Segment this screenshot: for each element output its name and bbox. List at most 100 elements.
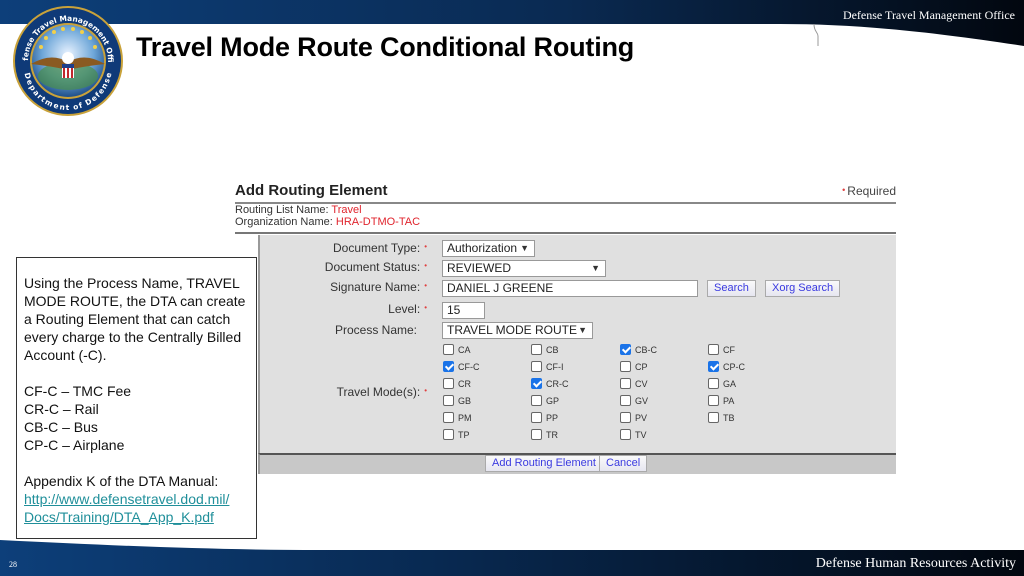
xorg-search-button[interactable]: Xorg Search — [765, 280, 841, 297]
document-status-label: Document Status: • — [324, 260, 427, 274]
checkbox-unchecked-icon[interactable] — [620, 429, 631, 440]
checkbox-unchecked-icon[interactable] — [708, 412, 719, 423]
dta-manual-link[interactable]: http://www.defensetravel.dod.mil/Docs/Tr… — [24, 491, 229, 525]
checkbox-unchecked-icon[interactable] — [708, 344, 719, 355]
travel-mode-checkbox-gb[interactable]: GB — [443, 395, 471, 406]
travel-mode-label: CR-C — [546, 378, 569, 389]
checkbox-unchecked-icon[interactable] — [620, 412, 631, 423]
meta-divider — [235, 232, 896, 234]
travel-mode-label: GP — [546, 395, 560, 406]
travel-mode-label: PA — [723, 395, 735, 406]
travel-mode-checkbox-cr-c[interactable]: CR-C — [531, 378, 569, 389]
routing-list-label: Routing List Name: — [235, 204, 329, 216]
chevron-down-icon: ▼ — [591, 263, 600, 273]
cancel-button[interactable]: Cancel — [599, 455, 648, 472]
travel-mode-label: TB — [723, 412, 735, 423]
chevron-down-icon: ▼ — [520, 243, 529, 253]
travel-mode-checkbox-tp[interactable]: TP — [443, 429, 470, 440]
travel-mode-checkbox-cf[interactable]: CF — [708, 344, 735, 355]
routing-list-value: Travel — [331, 204, 362, 216]
document-type-select[interactable]: Authorization ▼ — [442, 240, 535, 257]
checkbox-unchecked-icon[interactable] — [620, 378, 631, 389]
travel-mode-checkbox-gp[interactable]: GP — [531, 395, 559, 406]
add-routing-element-button[interactable]: Add Routing Element — [485, 455, 603, 472]
checkbox-unchecked-icon[interactable] — [443, 429, 454, 440]
travel-mode-checkbox-tv[interactable]: TV — [620, 429, 647, 440]
level-input[interactable]: 15 — [442, 302, 485, 319]
travel-mode-checkbox-tb[interactable]: TB — [708, 412, 735, 423]
form-title: Add Routing Element — [235, 182, 388, 199]
checkbox-unchecked-icon[interactable] — [531, 412, 542, 423]
travel-mode-checkbox-cf-c[interactable]: CF-C — [443, 361, 480, 372]
add-routing-element-form: Add Routing Element • Required Routing Li… — [231, 178, 896, 474]
checkbox-checked-icon[interactable] — [620, 344, 631, 355]
process-name-select[interactable]: TRAVEL MODE ROUTE ▼ — [442, 322, 593, 339]
checkbox-unchecked-icon[interactable] — [443, 395, 454, 406]
travel-mode-checkbox-cp[interactable]: CP — [620, 361, 648, 372]
explanation-callout: Using the Process Name, TRAVEL MODE ROUT… — [16, 257, 257, 539]
travel-mode-checkbox-pa[interactable]: PA — [708, 395, 734, 406]
signature-name-input[interactable]: DANIEL J GREENE — [442, 280, 698, 297]
dtmo-seal-logo: Defense Travel Management Office Departm… — [8, 0, 125, 118]
checkbox-unchecked-icon[interactable] — [531, 395, 542, 406]
checkbox-unchecked-icon[interactable] — [443, 344, 454, 355]
checkbox-unchecked-icon[interactable] — [708, 395, 719, 406]
search-button[interactable]: Search — [707, 280, 756, 297]
travel-mode-checkbox-cb-c[interactable]: CB-C — [620, 344, 657, 355]
travel-mode-checkbox-ca[interactable]: CA — [443, 344, 471, 355]
form-body: Document Type: • Document Status: • Signat… — [258, 235, 896, 453]
callout-code-cb-c: CB-C – Bus — [24, 419, 98, 435]
footer-org-name: Defense Human Resources Activity — [815, 556, 1016, 571]
checkbox-unchecked-icon[interactable] — [531, 361, 542, 372]
callout-code-cr-c: CR-C – Rail — [24, 401, 99, 417]
signature-name-label: Signature Name: • — [330, 280, 427, 294]
travel-mode-label: PM — [458, 412, 472, 423]
callout-code-cf-c: CF-C – TMC Fee — [24, 383, 132, 399]
checkbox-unchecked-icon[interactable] — [443, 378, 454, 389]
callout-appendix: Appendix K of the DTA Manual: — [24, 473, 219, 489]
travel-mode-checkbox-ga[interactable]: GA — [708, 378, 736, 389]
document-type-label: Document Type: • — [333, 241, 427, 255]
checkbox-unchecked-icon[interactable] — [620, 361, 631, 372]
header-org-name: Defense Travel Management Office — [842, 8, 1015, 22]
travel-mode-checkbox-cf-i[interactable]: CF-I — [531, 361, 564, 372]
checkbox-unchecked-icon[interactable] — [620, 395, 631, 406]
travel-mode-checkbox-gv[interactable]: GV — [620, 395, 648, 406]
travel-mode-label: GB — [458, 395, 472, 406]
checkbox-checked-icon[interactable] — [708, 361, 719, 372]
callout-code-cp-c: CP-C – Airplane — [24, 437, 125, 453]
slide-title: Travel Mode Route Conditional Routing — [136, 32, 635, 62]
travel-mode-checkbox-cr[interactable]: CR — [443, 378, 471, 389]
travel-mode-checkbox-cb[interactable]: CB — [531, 344, 559, 355]
page-number: 28 — [9, 560, 17, 569]
travel-modes-label: Travel Mode(s): • — [336, 385, 427, 399]
travel-mode-label: PP — [546, 412, 559, 423]
checkbox-unchecked-icon[interactable] — [443, 412, 454, 423]
travel-mode-checkbox-cp-c[interactable]: CP-C — [708, 361, 745, 372]
form-button-bar: Add Routing Element Cancel — [258, 453, 896, 474]
travel-mode-checkbox-pv[interactable]: PV — [620, 412, 647, 423]
required-marker-icon: • — [842, 185, 846, 195]
checkbox-checked-icon[interactable] — [443, 361, 454, 372]
travel-mode-label: CP-C — [723, 361, 745, 372]
travel-mode-checkbox-cv[interactable]: CV — [620, 378, 648, 389]
travel-mode-label: CB — [546, 344, 559, 355]
required-legend: • Required — [842, 184, 896, 198]
travel-mode-label: GA — [723, 378, 737, 389]
travel-mode-label: TV — [635, 429, 647, 440]
travel-mode-label: PV — [635, 412, 648, 423]
checkbox-unchecked-icon[interactable] — [708, 378, 719, 389]
travel-mode-label: TP — [458, 429, 470, 440]
travel-mode-checkbox-tr[interactable]: TR — [531, 429, 558, 440]
organization-value: HRA-DTMO-TAC — [335, 216, 421, 228]
checkbox-checked-icon[interactable] — [531, 378, 542, 389]
travel-mode-label: CV — [635, 378, 648, 389]
callout-intro: Using the Process Name, TRAVEL MODE ROUT… — [24, 275, 246, 363]
checkbox-unchecked-icon[interactable] — [531, 344, 542, 355]
travel-mode-label: CR — [458, 378, 471, 389]
travel-mode-checkbox-pp[interactable]: PP — [531, 412, 558, 423]
checkbox-unchecked-icon[interactable] — [531, 429, 542, 440]
document-status-select[interactable]: REVIEWED ▼ — [442, 260, 606, 277]
decorative-swash — [813, 24, 819, 46]
travel-mode-checkbox-pm[interactable]: PM — [443, 412, 472, 423]
